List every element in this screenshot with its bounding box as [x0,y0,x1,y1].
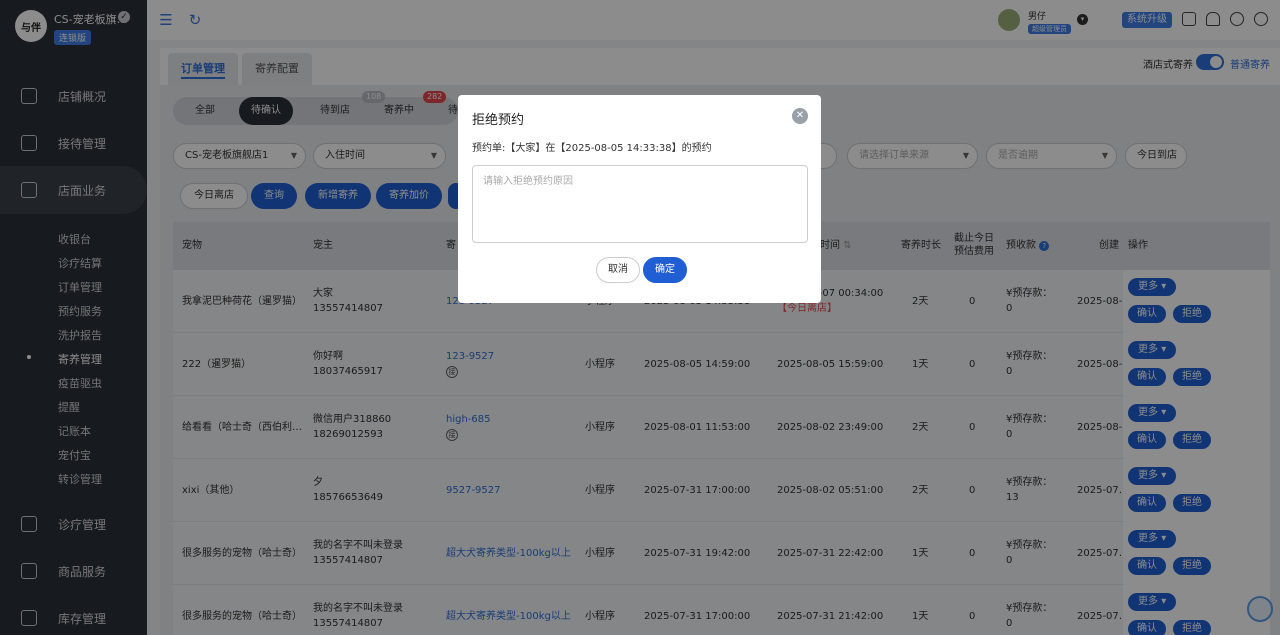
dialog-description: 预约单:【大家】在【2025-08-05 14:33:38】的预约 [472,143,712,154]
cancel-button[interactable]: 取消 [596,257,640,283]
reject-dialog: 拒绝预约 ✕ 预约单:【大家】在【2025-08-05 14:33:38】的预约… [458,95,821,303]
reject-reason-input[interactable] [472,165,808,243]
close-icon[interactable]: ✕ [792,108,808,124]
confirm-button[interactable]: 确定 [643,257,687,283]
dialog-title: 拒绝预约 [472,113,525,128]
